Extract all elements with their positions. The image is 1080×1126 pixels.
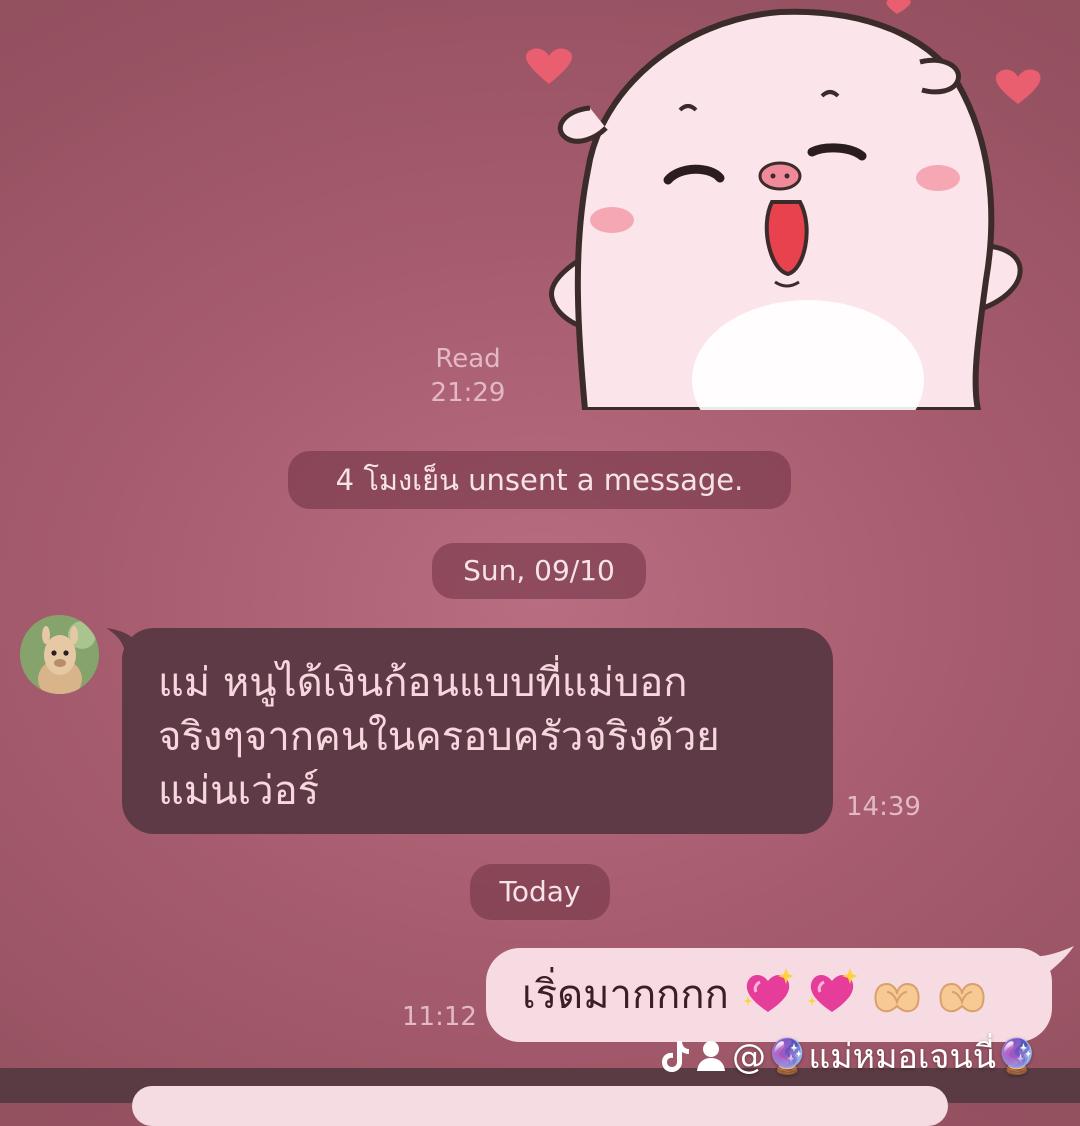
message-input-field[interactable] <box>132 1086 948 1126</box>
person-icon <box>696 1040 726 1072</box>
watermark-handle: @🔮แม่หมอเจนนี่🔮 <box>732 1037 1039 1077</box>
heart-icon <box>525 48 573 84</box>
date-separator-today: Today <box>470 864 610 920</box>
sparkling-heart-icon <box>742 968 794 1012</box>
read-time: 21:29 <box>430 378 506 408</box>
date-separator: Sun, 09/10 <box>432 543 646 599</box>
heart-icon <box>995 69 1041 104</box>
sticker-image <box>525 0 1041 410</box>
heart-hands-icon <box>874 982 920 1013</box>
avatar[interactable] <box>20 615 99 694</box>
alpaca-avatar-icon <box>20 615 99 694</box>
unsent-notice: 4 โมงเย็น unsent a message. <box>288 451 791 509</box>
outgoing-message-text: เริ่ดมากกกก <box>522 972 729 1018</box>
tiktok-watermark: @🔮แม่หมอเจนนี่🔮 <box>660 1036 1038 1077</box>
heart-icon <box>886 0 911 14</box>
incoming-message-time: 14:39 <box>846 792 921 822</box>
incoming-message-text: แม่ หนูได้เงินก้อนแบบที่แม่บอก จริงๆจากค… <box>158 660 720 814</box>
heart-hands-icon <box>939 982 985 1013</box>
read-label: Read <box>435 344 501 374</box>
read-receipt: Read 21:29 <box>400 342 536 410</box>
sparkling-heart-icon <box>807 968 859 1012</box>
outgoing-message-content: เริ่ดมากกกก <box>522 968 988 1022</box>
tiktok-icon <box>660 1039 690 1073</box>
outgoing-message-time: 11:12 <box>402 1002 477 1032</box>
